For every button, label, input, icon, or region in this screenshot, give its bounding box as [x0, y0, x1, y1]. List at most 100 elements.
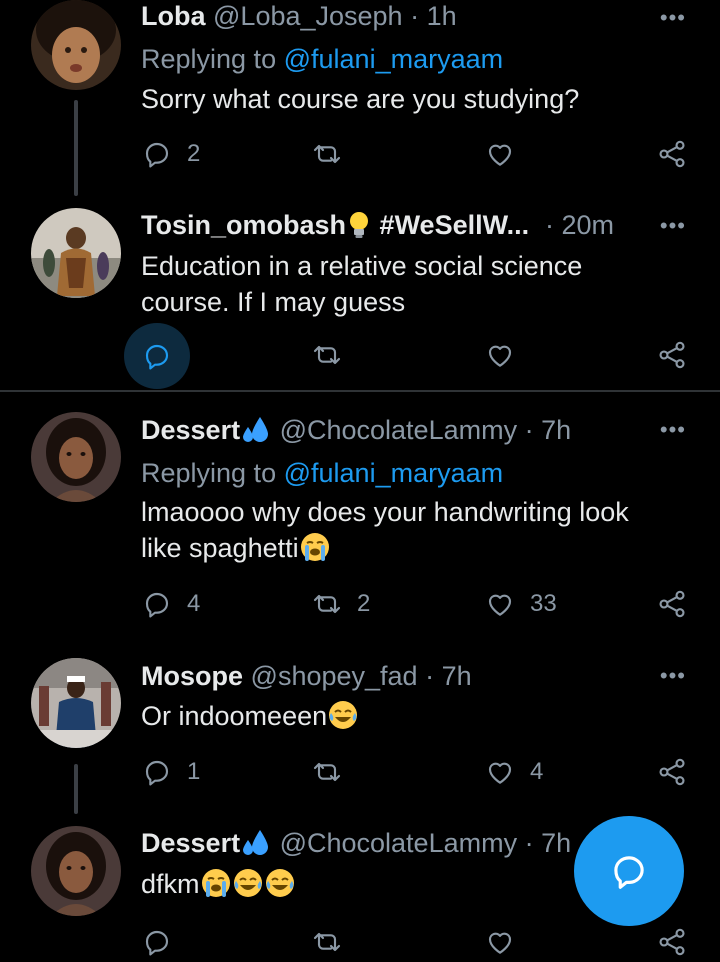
avatar-loba[interactable]: [31, 0, 121, 90]
retweet-icon: [313, 762, 341, 782]
action-bar: [0, 922, 720, 962]
action-bar: 4 2 33: [0, 584, 720, 624]
reply-count: 1: [187, 758, 201, 785]
sweat-droplets-icon: [240, 415, 272, 448]
retweet-button[interactable]: [311, 752, 343, 792]
tweet-mosope[interactable]: Mosope @shopey_fad · 7h ••• Or indoomeee…: [0, 646, 720, 814]
retweet-icon: [313, 932, 341, 952]
like-button[interactable]: 33: [484, 584, 557, 624]
reply-icon: [145, 930, 169, 956]
light-bulb-icon: [346, 210, 372, 243]
reply-button[interactable]: 2: [141, 134, 200, 174]
tweet-header: Mosope @shopey_fad · 7h: [141, 658, 650, 694]
tweet-loba[interactable]: Loba @Loba_Joseph · 1h ••• Replying to @…: [0, 0, 720, 196]
retweet-icon: [313, 594, 341, 614]
replying-to-mention[interactable]: @fulani_maryaam: [284, 458, 504, 488]
user-handle[interactable]: @ChocolateLammy: [280, 415, 518, 445]
display-name[interactable]: Dessert: [141, 415, 240, 445]
retweet-button[interactable]: [311, 335, 343, 375]
share-button[interactable]: [656, 335, 688, 375]
share-icon: [659, 341, 685, 369]
more-options-icon[interactable]: •••: [660, 215, 686, 237]
reply-button[interactable]: [141, 922, 173, 962]
replying-to: Replying to @fulani_maryaam: [141, 41, 503, 77]
name-hashtag[interactable]: #WeSellW...: [380, 210, 530, 240]
timestamp[interactable]: 20m: [562, 210, 615, 240]
user-handle[interactable]: @shopey_fad: [251, 661, 418, 691]
tweet-time-block: · 20m: [545, 207, 650, 243]
heart-icon: [488, 594, 512, 616]
like-button[interactable]: [484, 335, 516, 375]
share-button[interactable]: [656, 752, 688, 792]
share-button[interactable]: [656, 584, 688, 624]
reply-button[interactable]: 1: [141, 752, 200, 792]
tweet-text-body: Or indoomeeen: [141, 701, 328, 731]
display-name[interactable]: Mosope: [141, 661, 243, 691]
more-options-icon[interactable]: •••: [660, 419, 686, 441]
tweet-text: Sorry what course are you studying?: [141, 84, 580, 114]
separator-dot: ·: [545, 210, 554, 240]
sweat-droplets-icon: [240, 828, 272, 861]
retweet-icon: [313, 345, 341, 365]
avatar-dessert[interactable]: [31, 826, 121, 916]
tears-of-joy-face-icon: [264, 867, 296, 908]
share-button[interactable]: [656, 922, 688, 962]
heart-icon: [488, 762, 512, 784]
like-count: 33: [530, 590, 557, 617]
retweet-icon: [313, 144, 341, 164]
reply-icon: [145, 760, 169, 786]
reply-button[interactable]: [124, 323, 190, 389]
replying-to-label: Replying to: [141, 458, 277, 488]
retweet-button[interactable]: [311, 922, 343, 962]
like-button[interactable]: [484, 922, 516, 962]
reply-count: 2: [187, 140, 201, 167]
user-handle[interactable]: @Loba_Joseph: [213, 1, 403, 31]
like-button[interactable]: 4: [484, 752, 543, 792]
tweet-header: Loba @Loba_Joseph · 1h: [141, 0, 650, 34]
user-handle[interactable]: @ChocolateLammy: [280, 828, 518, 858]
tweet-header: Dessert @ChocolateLammy · 7h: [141, 412, 650, 448]
reply-icon: [145, 344, 169, 370]
display-name[interactable]: Dessert: [141, 828, 240, 858]
loudly-crying-face-icon: [200, 867, 232, 908]
avatar-mosope[interactable]: [31, 658, 121, 748]
tweet-text: Education in a relative social science c…: [141, 251, 583, 317]
tweet-text-body: lmaoooo why does your handwriting look l…: [141, 497, 629, 563]
reply-icon: [145, 142, 169, 168]
tweet-text: lmaoooo why does your handwriting look l…: [141, 494, 660, 572]
heart-icon: [488, 932, 512, 954]
share-icon: [659, 928, 685, 956]
timestamp[interactable]: 1h: [427, 1, 457, 31]
replying-to-mention[interactable]: @fulani_maryaam: [284, 44, 504, 74]
tweet-dessert[interactable]: Dessert @ChocolateLammy · 7h ••• Replyin…: [0, 392, 720, 646]
reply-count: 4: [187, 590, 201, 617]
display-name[interactable]: Loba: [141, 1, 206, 31]
reply-button[interactable]: 4: [141, 584, 200, 624]
timestamp[interactable]: 7h: [541, 415, 571, 445]
separator-dot: ·: [524, 415, 534, 445]
display-name[interactable]: Tosin_omobash: [141, 210, 346, 240]
action-bar: 1 4: [0, 752, 720, 792]
compose-reply-button[interactable]: [574, 816, 684, 926]
timestamp[interactable]: 7h: [442, 661, 472, 691]
tweet-text: Or indoomeeen: [141, 698, 660, 740]
retweet-count: 2: [357, 590, 371, 617]
retweet-button[interactable]: 2: [311, 584, 370, 624]
separator-dot: ·: [425, 661, 435, 691]
like-button[interactable]: [484, 134, 530, 174]
timestamp[interactable]: 7h: [541, 828, 571, 858]
more-options-icon[interactable]: •••: [660, 7, 686, 29]
tweet-tosin[interactable]: Tosin_omobash #WeSellW... · 20m ••• Educ…: [0, 196, 720, 390]
tweet-header: Dessert @ChocolateLammy · 7h: [141, 825, 590, 861]
retweet-button[interactable]: [311, 134, 357, 174]
avatar-tosin[interactable]: [31, 208, 121, 298]
share-button[interactable]: [656, 134, 688, 174]
more-options-icon[interactable]: •••: [660, 665, 686, 687]
replying-to: Replying to @fulani_maryaam: [141, 455, 503, 491]
compose-reply-icon: [614, 856, 644, 889]
action-bar: 2: [0, 134, 720, 174]
avatar-dessert[interactable]: [31, 412, 121, 502]
tweet-header: Tosin_omobash #WeSellW...: [141, 207, 550, 243]
action-bar: [0, 323, 720, 389]
heart-icon: [488, 345, 512, 367]
